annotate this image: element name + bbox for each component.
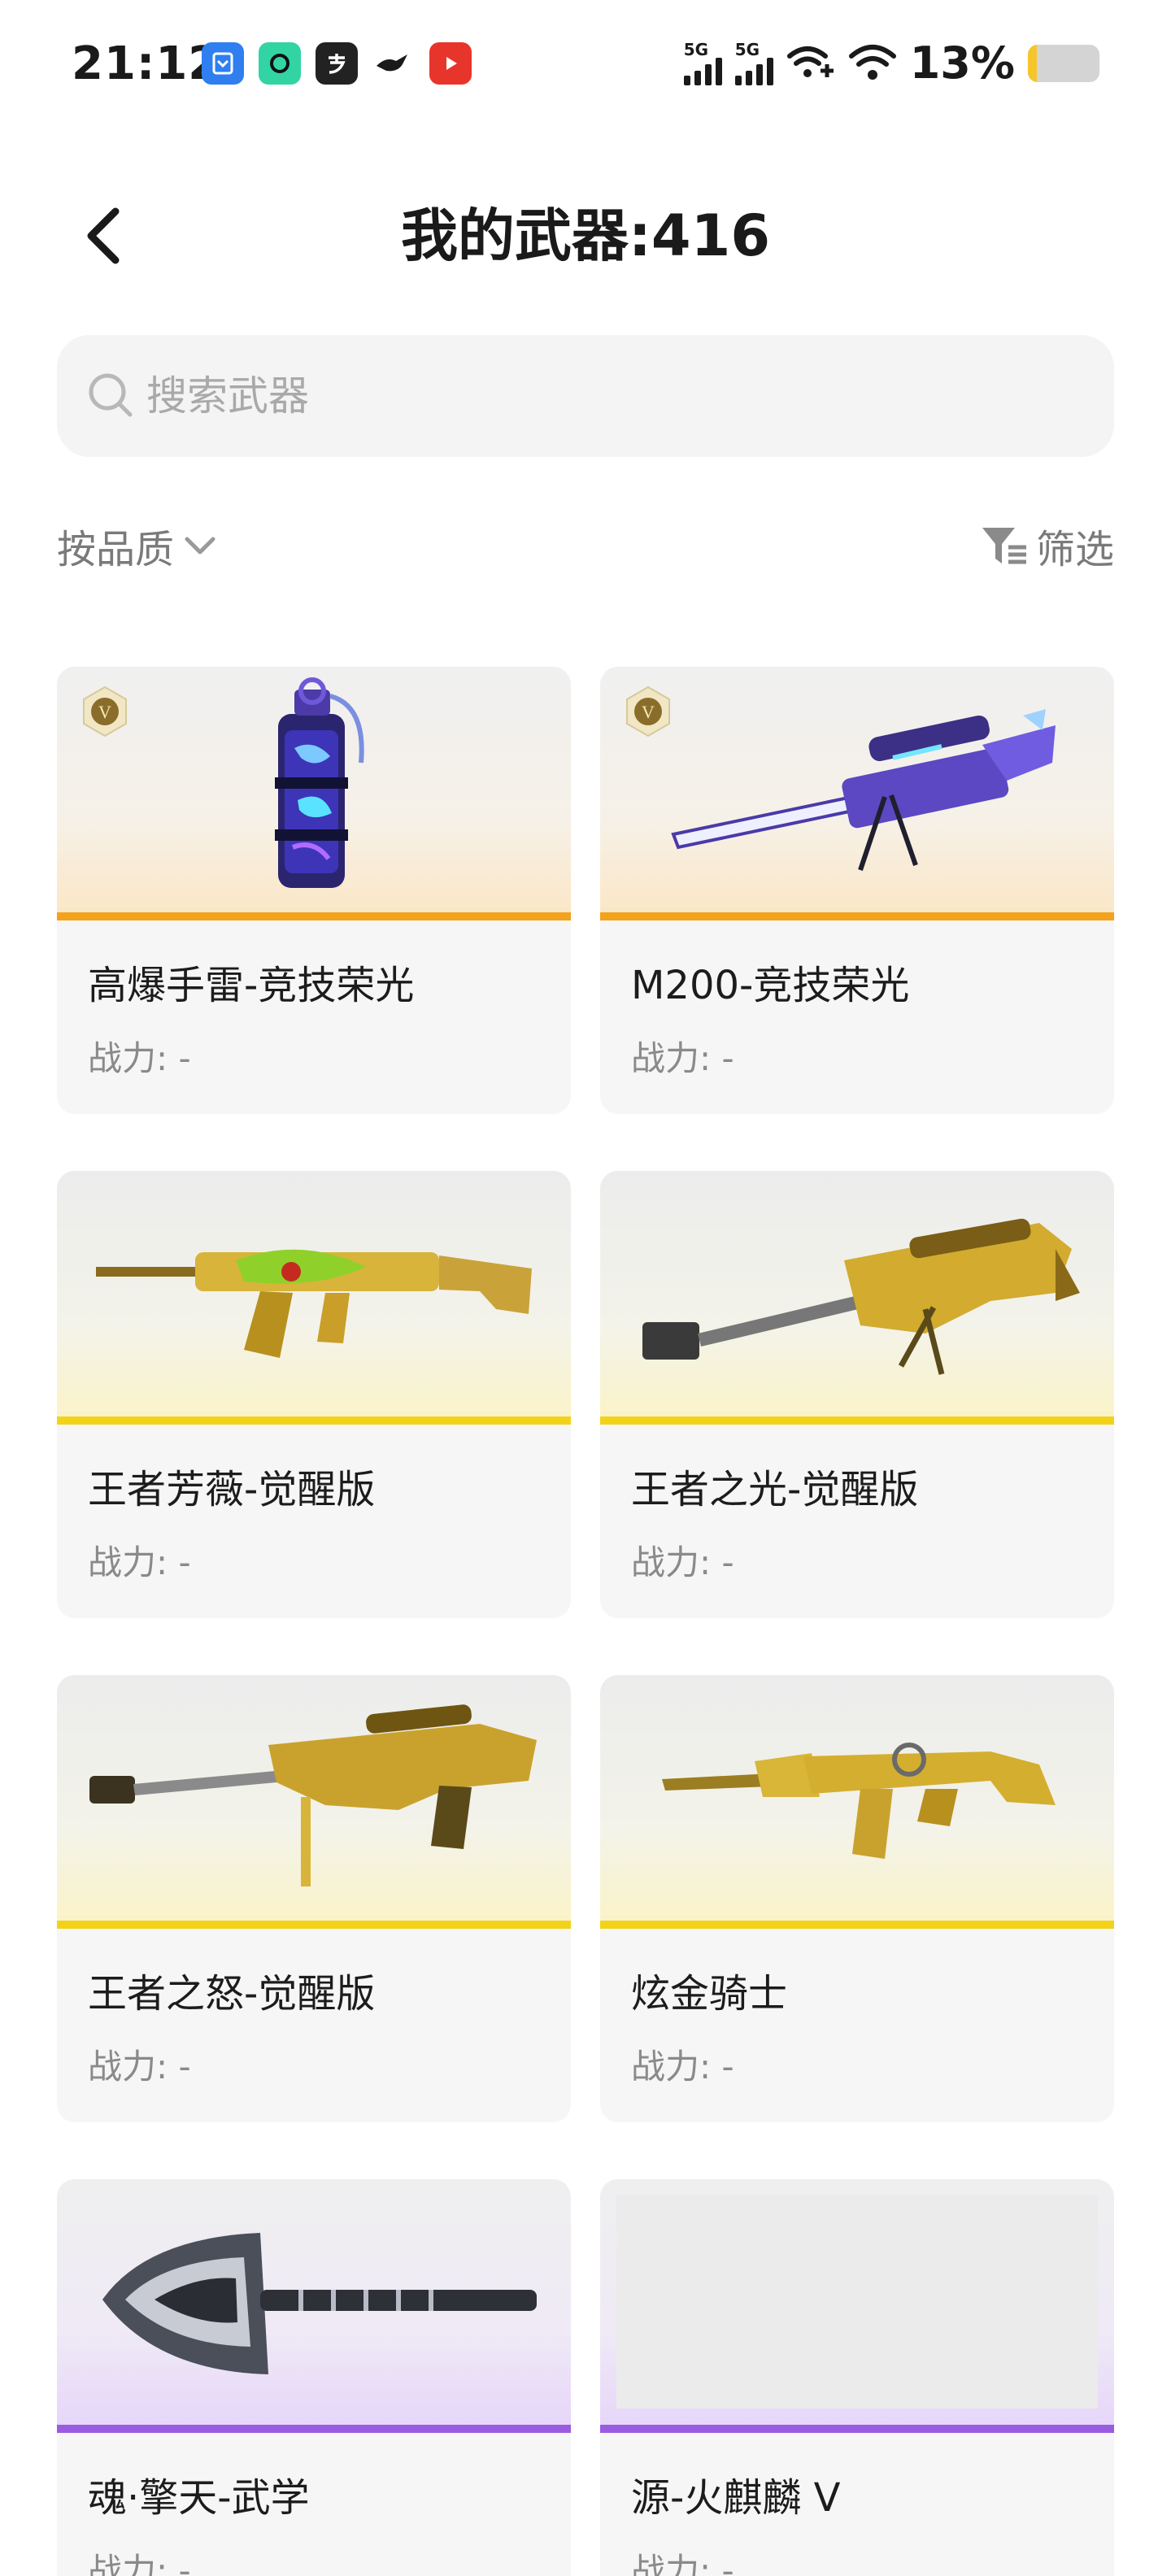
chevron-down-icon — [185, 537, 215, 555]
weapon-card[interactable]: 魂·擎天-武学 战力: - — [57, 2179, 571, 2576]
camera-app-icon — [259, 42, 301, 85]
weapon-card[interactable]: 王者之怒-觉醒版 战力: - — [57, 1675, 571, 2122]
notes-app-icon — [202, 42, 244, 85]
search-bar[interactable] — [57, 335, 1114, 457]
weapon-power: 战力: - — [88, 2551, 191, 2576]
weapon-card[interactable]: 炫金骑士 战力: - — [600, 1675, 1114, 2122]
status-time: 21:12 — [72, 37, 221, 90]
sniper-rifle-icon — [671, 709, 1056, 871]
assault-rifle-icon — [96, 1249, 532, 1358]
image-placeholder — [616, 2195, 1098, 2408]
weapon-image-area: V — [600, 667, 1114, 920]
weapon-name: 魂·擎天-武学 — [88, 2475, 310, 2521]
weapon-name: 炫金骑士 — [631, 1971, 788, 2017]
weapon-power: 战力: - — [631, 2551, 734, 2576]
svg-text:V: V — [642, 702, 655, 722]
weapon-power: 战力: - — [88, 1543, 191, 1582]
rarity-strip — [600, 1921, 1114, 1929]
weapon-power: 战力: - — [631, 2047, 734, 2086]
weapon-card[interactable]: 源-火麒麟 V 战力: - — [600, 2179, 1114, 2576]
weapon-image-area — [600, 1171, 1114, 1425]
wifi-plus-icon — [786, 46, 834, 77]
weapon-name: 高爆手雷-竞技荣光 — [88, 963, 415, 1008]
status-right: 5G 5G 13% — [683, 37, 1099, 89]
grenade-icon — [275, 677, 364, 888]
shovel-icon — [102, 2233, 537, 2374]
svg-text:V: V — [98, 702, 111, 722]
wifi-icon — [848, 44, 896, 80]
weapon-name: M200-竞技荣光 — [631, 963, 910, 1008]
weapon-name: 源-火麒麟 V — [631, 2475, 841, 2521]
bird-app-icon — [372, 42, 415, 85]
rarity-strip — [57, 1416, 571, 1425]
status-bar: 21:12 5G 5G 13% — [0, 0, 1171, 130]
weapon-power: 战力: - — [631, 1543, 734, 1582]
weapon-card[interactable]: 王者之光-觉醒版 战力: - — [600, 1171, 1114, 1618]
weapon-image-area — [600, 1675, 1114, 1929]
rarity-strip — [600, 912, 1114, 920]
search-icon — [89, 373, 133, 417]
cellular-signal-1: 5G — [683, 41, 722, 85]
cellular-signal-2: 5G — [734, 41, 773, 85]
alipay-app-icon — [316, 42, 358, 85]
weapon-card[interactable]: V M200-竞技荣光 战力: - — [600, 667, 1114, 1114]
v-badge-icon: V — [83, 685, 127, 738]
weapon-power: 战力: - — [88, 2047, 191, 2086]
weapon-name: 王者芳薇-觉醒版 — [88, 1467, 376, 1512]
gold-sniper-icon — [89, 1704, 537, 1886]
notification-icons — [202, 42, 472, 85]
sort-label: 按品质 — [57, 527, 175, 572]
page-title: 我的武器:416 — [400, 202, 771, 269]
v-badge-icon: V — [626, 685, 670, 738]
search-input[interactable] — [146, 359, 1082, 433]
heavy-sniper-icon — [642, 1218, 1080, 1375]
weapon-card[interactable]: 王者芳薇-觉醒版 战力: - — [57, 1171, 571, 1618]
weapon-image-area: V — [57, 667, 571, 920]
filter-button[interactable]: 筛选 — [979, 517, 1114, 574]
rarity-strip — [57, 2425, 571, 2433]
placeholder-image — [600, 2179, 1114, 2433]
rarity-strip — [600, 2425, 1114, 2433]
video-app-icon — [429, 42, 472, 85]
gold-rifle-icon — [662, 1743, 1056, 1859]
weapon-power: 战力: - — [88, 1038, 191, 1078]
weapon-image-area — [57, 1171, 571, 1425]
weapon-name: 王者之怒-觉醒版 — [88, 1971, 376, 2017]
page-header: 我的武器:416 — [0, 179, 1171, 293]
sort-by-quality-dropdown[interactable]: 按品质 — [57, 517, 221, 574]
rarity-strip — [57, 1921, 571, 1929]
battery-icon — [1028, 44, 1099, 82]
battery-percent: 13% — [909, 37, 1015, 89]
weapon-card[interactable]: V 高爆手雷-竞技荣光 战力: - — [57, 667, 571, 1114]
weapon-list-screen: 21:12 5G 5G 13% 我的武器:416 搜索武器 按品质 筛选 V 高… — [0, 0, 1171, 2576]
filter-funnel-icon — [982, 528, 1026, 564]
weapon-image-area — [57, 2179, 571, 2433]
weapon-image-area — [57, 1675, 571, 1929]
rarity-strip — [600, 1416, 1114, 1425]
rarity-strip — [57, 912, 571, 920]
weapon-name: 王者之光-觉醒版 — [631, 1467, 919, 1512]
filter-label: 筛选 — [1035, 527, 1114, 572]
weapon-power: 战力: - — [631, 1038, 734, 1078]
